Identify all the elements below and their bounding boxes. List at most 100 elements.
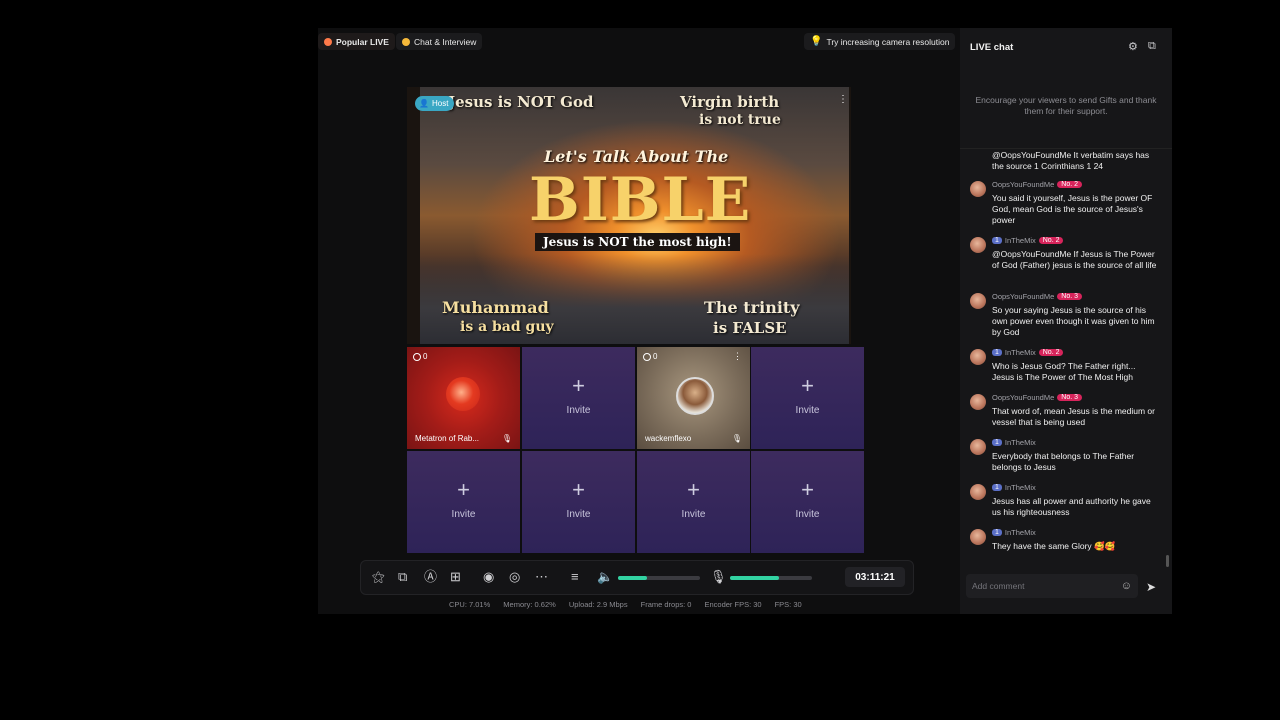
plus-icon: + [801, 477, 814, 502]
stage: Jesus is NOT God Virgin birth is not tru… [407, 87, 865, 553]
message-text: @OopsYouFoundMe If Jesus is The Power of… [992, 249, 1157, 270]
plus-icon: + [457, 477, 470, 502]
stream-stats: CPU: 7.01% Memory: 0.62% Upload: 2.9 Mbp… [449, 600, 802, 609]
guest-tile-1[interactable]: 0 Metatron of Rab... 🎙 [407, 347, 520, 449]
chat-title: LIVE chat [970, 42, 1014, 53]
message-text: Jesus has all power and authority he gav… [992, 496, 1151, 517]
host-video[interactable]: Jesus is NOT God Virgin birth is not tru… [407, 87, 851, 344]
mic-icon[interactable]: 🎙 [502, 434, 512, 443]
viewer-count-value: 0 [653, 352, 658, 361]
mic-icon[interactable]: 🎙 [732, 434, 742, 443]
screen-share-icon[interactable]: ⧉ [398, 568, 407, 586]
record-icon[interactable]: ◉ [483, 568, 494, 586]
user-icon: 👤 [419, 99, 429, 108]
avatar[interactable] [970, 237, 986, 253]
chat-scrollbar[interactable] [1166, 555, 1169, 567]
more-options-icon[interactable]: ⋮ [838, 94, 848, 105]
message-text: @OopsYouFoundMe It verbatim says has the… [992, 150, 1150, 171]
message-meta: 1 InTheMix No. 2 [992, 348, 1064, 357]
camera-tip-label: Try increasing camera resolution [826, 36, 950, 47]
capture-icon[interactable]: ◎ [509, 568, 520, 586]
message-meta: OopsYouFoundMe No. 3 [992, 292, 1083, 301]
avatar[interactable] [970, 529, 986, 545]
popout-icon[interactable]: ⧉ [1148, 40, 1156, 53]
username[interactable]: InTheMix [1005, 236, 1036, 245]
username[interactable]: InTheMix [1005, 528, 1036, 537]
speaker-volume-slider[interactable] [618, 576, 700, 580]
invite-tile[interactable]: + Invite [751, 347, 864, 449]
username[interactable]: OopsYouFoundMe [992, 393, 1054, 402]
plus-icon: + [572, 477, 585, 502]
level-badge: 1 [992, 484, 1002, 491]
rank-badge: No. 3 [1057, 394, 1083, 401]
message-text: You said it yourself, Jesus is the power… [992, 193, 1153, 225]
username[interactable]: OopsYouFoundMe [992, 292, 1054, 301]
invite-tile[interactable]: + Invite [407, 451, 520, 553]
guest-name: Metatron of Rab... [415, 434, 480, 443]
username[interactable]: InTheMix [1005, 483, 1036, 492]
username[interactable]: InTheMix [1005, 438, 1036, 447]
send-icon[interactable]: ➤ [1146, 580, 1156, 594]
popular-live-button[interactable]: Popular LIVE [318, 33, 395, 50]
rank-badge: No. 2 [1038, 237, 1064, 244]
avatar[interactable] [970, 349, 986, 365]
heart-icon [324, 37, 332, 46]
thumbnail-line3a: Muhammad [442, 298, 549, 317]
viewer-icon [643, 352, 651, 361]
invite-tile[interactable]: + Invite [522, 347, 635, 449]
emoji-icon[interactable]: ☺ [1121, 580, 1132, 592]
avatar[interactable] [970, 293, 986, 309]
rank-badge: No. 2 [1038, 349, 1064, 356]
camera-tip[interactable]: 💡 Try increasing camera resolution [804, 33, 956, 50]
upload-stat: Upload: 2.9 Mbps [568, 600, 628, 609]
add-source-icon[interactable]: ⊞ [450, 568, 461, 586]
mic-volume-fill [730, 576, 780, 580]
invite-label: Invite [566, 509, 591, 520]
level-badge: 1 [992, 529, 1002, 536]
thumbnail-banner: Jesus is NOT the most high! [535, 233, 740, 251]
chat-interview-button[interactable]: Chat & Interview [396, 33, 483, 50]
invite-tile[interactable]: + Invite [637, 451, 750, 553]
ai-effects-icon[interactable]: Ⓐ [424, 568, 437, 586]
memory-stat: Memory: 0.62% [503, 600, 556, 609]
username[interactable]: OopsYouFoundMe [992, 180, 1054, 189]
avatar[interactable] [970, 394, 986, 410]
guest-tile-2[interactable]: 0 ⋮ wackemflexo 🎙 [637, 347, 750, 449]
avatar [446, 377, 480, 411]
avatar[interactable] [970, 181, 986, 197]
avatar[interactable] [970, 439, 986, 455]
control-bar: ⚝ ⧉ Ⓐ ⊞ ◉ ◎ ⋯ ≡ 🔈 🎙 03:11:21 [360, 560, 914, 595]
magic-wand-icon[interactable]: ⚝ [372, 568, 385, 586]
invite-label: Invite [681, 509, 706, 520]
invite-tile[interactable]: + Invite [751, 451, 864, 553]
invite-label: Invite [451, 509, 476, 520]
chat-interview-icon [402, 37, 410, 46]
divider [960, 148, 1172, 149]
encourage-message: Encourage your viewers to send Gifts and… [975, 95, 1157, 116]
rank-badge: No. 2 [1057, 181, 1083, 188]
username[interactable]: InTheMix [1005, 348, 1036, 357]
viewer-count: 0 [413, 352, 427, 361]
viewer-count: 0 [643, 352, 657, 361]
thumbnail-line2b: is not true [699, 112, 781, 128]
mic-volume-slider[interactable] [730, 576, 812, 580]
microphone-icon[interactable]: 🎙 [710, 568, 727, 586]
invite-tile[interactable]: + Invite [522, 451, 635, 553]
gear-icon[interactable]: ⚙ [1128, 40, 1138, 53]
avatar [676, 377, 714, 415]
avatar[interactable] [970, 484, 986, 500]
settings-sliders-icon[interactable]: ≡ [571, 568, 579, 586]
message-meta: 1 InTheMix No. 2 [992, 236, 1064, 245]
bible-thumbnail: Jesus is NOT God Virgin birth is not tru… [420, 87, 849, 344]
thumbnail-line4a: The trinity [704, 298, 800, 317]
chat-interview-label: Chat & Interview [414, 36, 477, 47]
more-options-icon[interactable]: ⋮ [733, 351, 742, 362]
invite-label: Invite [795, 509, 820, 520]
thumbnail-line2a: Virgin birth [680, 93, 780, 111]
message-meta: 1 InTheMix [992, 483, 1036, 492]
level-badge: 1 [992, 237, 1002, 244]
comment-input[interactable]: Add comment ☺ [966, 574, 1138, 598]
more-icon[interactable]: ⋯ [535, 568, 548, 586]
speaker-icon[interactable]: 🔈 [597, 568, 613, 586]
viewer-count-value: 0 [423, 352, 428, 361]
